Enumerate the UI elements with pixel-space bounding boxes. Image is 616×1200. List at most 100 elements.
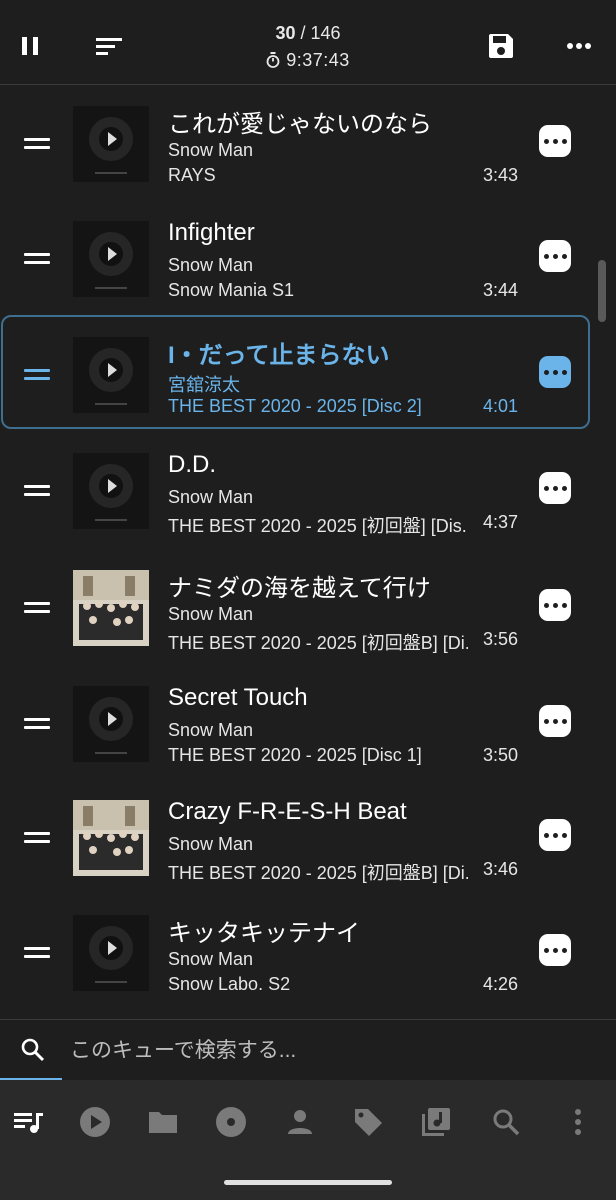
nav-now-playing[interactable] bbox=[75, 1102, 115, 1142]
search-icon bbox=[493, 1109, 520, 1136]
track-album: RAYS bbox=[168, 165, 216, 185]
drag-handle-icon[interactable] bbox=[24, 718, 50, 730]
nav-albums[interactable] bbox=[211, 1102, 251, 1142]
album-art bbox=[73, 800, 149, 876]
track-album: THE BEST 2020 - 2025 [Disc 1] bbox=[168, 745, 422, 765]
play-icon bbox=[80, 1107, 110, 1137]
playlist-icon bbox=[422, 1108, 450, 1136]
track-title: Infighter bbox=[168, 219, 255, 246]
track-menu-button[interactable] bbox=[539, 125, 571, 157]
track-menu-button[interactable] bbox=[539, 240, 571, 272]
track-duration: 4:01 bbox=[482, 396, 518, 416]
track-menu-button[interactable] bbox=[539, 472, 571, 504]
queue-scrollbar[interactable] bbox=[598, 260, 606, 322]
queue-item[interactable]: キッタキッテナイ Snow Man Snow Labo. S2 4:26 bbox=[0, 895, 616, 1009]
default-album-art-icon bbox=[73, 221, 149, 297]
album-art bbox=[73, 221, 149, 297]
track-album: Snow Labo. S2 bbox=[168, 974, 291, 994]
default-album-art-icon bbox=[73, 915, 149, 991]
track-artist: Snow Man bbox=[168, 140, 254, 160]
track-album: Snow Mania S1 bbox=[168, 280, 295, 300]
track-title: Crazy F-R-E-S-H Beat bbox=[168, 798, 407, 825]
track-album: THE BEST 2020 - 2025 [初回盤B] [Di.. bbox=[168, 633, 468, 653]
track-title: ナミダの海を越えて行け bbox=[168, 575, 431, 602]
elapsed-time: 9:37:43 bbox=[286, 50, 350, 70]
queue-separator: / bbox=[300, 23, 306, 43]
queue-total: 146 bbox=[310, 23, 341, 43]
queue-list: これが愛じゃないのなら Snow Man RAYS 3:43 Infighter Snow… bbox=[0, 86, 616, 1018]
save-queue-button[interactable] bbox=[481, 26, 521, 66]
track-artist: Snow Man bbox=[168, 834, 254, 854]
home-indicator bbox=[224, 1180, 392, 1185]
track-menu-button[interactable] bbox=[539, 589, 571, 621]
more-horiz-icon bbox=[567, 43, 591, 49]
nav-folders[interactable] bbox=[143, 1102, 183, 1142]
queue-counter: 30 / 146 bbox=[0, 23, 616, 44]
queue-timer: 9:37:43 bbox=[0, 50, 616, 71]
queue-search-bar bbox=[0, 1019, 616, 1081]
tag-icon bbox=[355, 1109, 382, 1136]
track-title: D.D. bbox=[168, 451, 216, 478]
track-duration: 3:46 bbox=[482, 859, 518, 879]
track-title: キッタキッテナイ bbox=[168, 920, 360, 947]
track-artist: Snow Man bbox=[168, 720, 254, 740]
default-album-art-icon bbox=[73, 453, 149, 529]
track-title: これが愛じゃないのなら bbox=[168, 111, 432, 138]
queue-search-input[interactable] bbox=[68, 1036, 492, 1066]
queue-item[interactable]: ナミダの海を越えて行け Snow Man THE BEST 2020 - 2025 … bbox=[0, 550, 616, 664]
drag-handle-icon[interactable] bbox=[24, 138, 50, 150]
nav-search[interactable] bbox=[486, 1102, 526, 1142]
track-artist: 宮舘涼太 bbox=[168, 375, 240, 395]
track-artist: Snow Man bbox=[168, 604, 254, 624]
drag-handle-icon[interactable] bbox=[24, 253, 50, 265]
nav-more[interactable] bbox=[558, 1102, 598, 1142]
queue-item[interactable]: D.D. Snow Man THE BEST 2020 - 2025 [初回盤] [… bbox=[0, 433, 616, 547]
track-duration: 4:37 bbox=[482, 512, 518, 532]
drag-handle-icon[interactable] bbox=[24, 947, 50, 959]
track-artist: Snow Man bbox=[168, 949, 254, 969]
queue-item[interactable]: Secret Touch Snow Man THE BEST 2020 - 2025… bbox=[0, 666, 616, 780]
overflow-menu-button[interactable] bbox=[559, 26, 599, 66]
track-menu-button[interactable] bbox=[539, 705, 571, 737]
save-icon bbox=[489, 34, 513, 58]
queue-item[interactable]: Crazy F-R-E-S-H Beat Snow Man THE BEST 202… bbox=[0, 780, 616, 894]
album-icon bbox=[216, 1107, 246, 1137]
drag-handle-icon[interactable] bbox=[24, 369, 50, 381]
folder-icon bbox=[149, 1112, 177, 1133]
album-art bbox=[73, 915, 149, 991]
nav-tags[interactable] bbox=[348, 1102, 388, 1142]
drag-handle-icon[interactable] bbox=[24, 602, 50, 614]
drag-handle-icon[interactable] bbox=[24, 485, 50, 497]
album-art bbox=[73, 570, 149, 646]
player-header: 30 / 146 9:37:43 bbox=[0, 0, 616, 85]
track-album: THE BEST 2020 - 2025 [初回盤] [Dis.. bbox=[168, 516, 468, 536]
track-title: Secret Touch bbox=[168, 684, 308, 711]
album-art bbox=[73, 337, 149, 413]
search-icon bbox=[21, 1038, 45, 1062]
album-art bbox=[73, 453, 149, 529]
track-menu-button[interactable] bbox=[539, 356, 571, 388]
nav-queue[interactable] bbox=[8, 1102, 48, 1142]
nav-artists[interactable] bbox=[280, 1102, 320, 1142]
album-art bbox=[73, 686, 149, 762]
track-album: THE BEST 2020 - 2025 [初回盤B] [Di.. bbox=[168, 863, 468, 883]
queue-item-current[interactable]: I・だって止まらない 宮舘涼太 THE BEST 2020 - 2025 [Disc… bbox=[0, 315, 616, 431]
default-album-art-icon bbox=[73, 337, 149, 413]
track-artist: Snow Man bbox=[168, 255, 254, 275]
track-menu-button[interactable] bbox=[539, 934, 571, 966]
album-photo-icon bbox=[73, 800, 149, 876]
track-duration: 3:50 bbox=[482, 745, 518, 765]
album-photo-icon bbox=[73, 570, 149, 646]
default-album-art-icon bbox=[73, 106, 149, 182]
track-title: I・だって止まらない bbox=[168, 342, 390, 369]
nav-playlists[interactable] bbox=[416, 1102, 456, 1142]
track-menu-button[interactable] bbox=[539, 819, 571, 851]
track-duration: 4:26 bbox=[482, 974, 518, 994]
track-artist: Snow Man bbox=[168, 487, 254, 507]
track-duration: 3:43 bbox=[482, 165, 518, 185]
drag-handle-icon[interactable] bbox=[24, 832, 50, 844]
queue-position: 30 bbox=[275, 23, 296, 43]
queue-item[interactable]: Infighter Snow Man Snow Mania S1 3:44 bbox=[0, 201, 616, 315]
queue-item[interactable]: これが愛じゃないのなら Snow Man RAYS 3:43 bbox=[0, 86, 616, 200]
default-album-art-icon bbox=[73, 686, 149, 762]
